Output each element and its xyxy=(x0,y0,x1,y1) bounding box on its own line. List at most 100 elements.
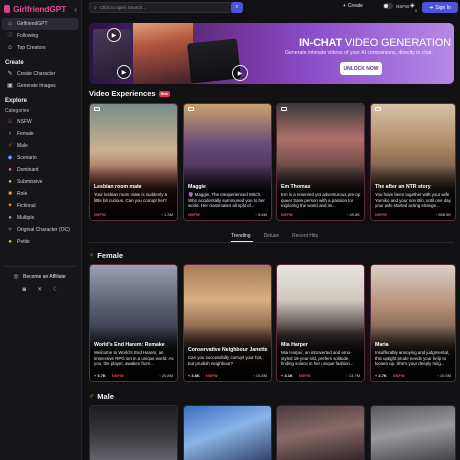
search-bar[interactable]: ⌕ ⌕ xyxy=(89,2,243,13)
sidebar-item-label: Top Creators xyxy=(17,45,46,51)
card-name: Maggie xyxy=(188,184,206,190)
character-card[interactable]: Conservative Neighbour Janette Can you s… xyxy=(183,264,272,382)
banner-title-bold: IN-CHAT xyxy=(299,37,342,49)
sign-in-label: Sign In xyxy=(435,4,451,11)
sidebar-item-submissive[interactable]: ● Submissive xyxy=(2,176,79,188)
play-icon: ▶ xyxy=(232,65,248,81)
card-name: World's End Harem: Remake xyxy=(94,342,165,348)
sidebar-item-scenario[interactable]: ◆ Scenario xyxy=(2,152,79,164)
discord-icon[interactable]: ◙ xyxy=(22,287,26,293)
sidebar-item-generate-images[interactable]: ▣ Generate Images xyxy=(2,80,79,92)
video-generation-banner[interactable]: ▶ ▶ ▶ IN-CHAT VIDEO GENERATION Generate … xyxy=(89,23,454,84)
female-section-icon: ♀ xyxy=(89,252,95,259)
users-icon: ☺ xyxy=(6,45,14,51)
video-card[interactable]: Em Thomas Em is a reserved yet adventuro… xyxy=(276,103,365,221)
nsfw-toggle[interactable]: NSFW xyxy=(383,3,409,9)
character-card[interactable] xyxy=(89,405,178,460)
brand-logo-icon xyxy=(4,5,10,13)
video-card[interactable]: The after an NTR story You have been tog… xyxy=(370,103,456,221)
fictional-icon: ✦ xyxy=(7,203,13,209)
chat-count: ▫ 49.8K xyxy=(347,212,360,217)
sidebar-item-role[interactable]: ■ Role xyxy=(2,188,79,200)
plus-icon: + xyxy=(343,3,346,9)
sidebar-item-label: Following xyxy=(17,33,39,39)
nsfw-tag: NSFW xyxy=(111,373,124,378)
card-meta: ♥ 3.1K NSFW ▫ 13.7M xyxy=(281,373,360,378)
sidebar-item-label: Role xyxy=(17,191,28,197)
sidebar-item-dominant[interactable]: ● Dominant xyxy=(2,164,79,176)
like-count: ♥ 3.1K xyxy=(281,373,293,378)
chat-count: ▫ 898.5K xyxy=(436,212,451,217)
card-description: Em is a reserved yet adventurous pre-op … xyxy=(281,192,361,209)
sidebar-item-multiple[interactable]: ● Multiple xyxy=(2,212,79,224)
app-root: GirlfriendGPT ‹ ⌂ GirlfriendGPT ♡ Follow… xyxy=(0,0,460,460)
banner-subtitle: Generate intimate videos of your AI comp… xyxy=(285,50,433,56)
video-icon xyxy=(281,107,287,111)
tab-trending[interactable]: Trending xyxy=(231,233,251,239)
video-card[interactable]: Maggie 🔮 Maggie, The Inexperienced Witch… xyxy=(183,103,272,221)
sign-in-icon: ➜ xyxy=(429,4,434,11)
sidebar-item-original-character[interactable]: ✧ Original Character (OC) xyxy=(2,224,79,236)
character-card[interactable]: World's End Harem: Remake Welcome to Wor… xyxy=(89,264,178,382)
unlock-now-button[interactable]: UNLOCK NOW xyxy=(340,62,382,75)
toggle-track xyxy=(383,3,393,9)
male-icon: ♂ xyxy=(7,143,13,149)
sidebar-item-label: NSFW xyxy=(17,119,32,125)
sidebar-item-label: Original Character (OC) xyxy=(17,227,70,233)
male-heading: ♂ Male xyxy=(89,392,114,401)
character-card[interactable] xyxy=(276,405,365,460)
chat-icon: ▫ xyxy=(161,212,164,217)
chat-count-value: 20.8M xyxy=(161,373,173,378)
sign-in-button[interactable]: ➜ Sign In xyxy=(422,2,458,13)
gems-icon[interactable]: ◈ xyxy=(410,2,415,9)
social-links: ◙ ✕ ☾ xyxy=(0,283,81,296)
nsfw-tag: NSFW xyxy=(281,212,293,217)
chat-icon: ▫ xyxy=(159,373,161,378)
card-name: Mia Harper xyxy=(281,342,308,348)
banner-image xyxy=(133,23,193,84)
sidebar-item-top-creators[interactable]: ☺ Top Creators xyxy=(2,42,79,54)
x-twitter-icon[interactable]: ✕ xyxy=(37,286,42,293)
sidebar-item-create-character[interactable]: ✎ Create Character xyxy=(2,68,79,80)
sidebar-item-label: Dominant xyxy=(17,167,39,173)
nsfw-tag: NSFW xyxy=(392,373,405,378)
chat-icon: ▫ xyxy=(255,212,258,217)
character-image xyxy=(184,406,271,460)
sidebar-item-label: Petite xyxy=(17,239,30,245)
original-character-icon: ✧ xyxy=(7,227,13,233)
affiliate-link[interactable]: ◎ Become an Affiliate xyxy=(0,271,81,283)
section-title: Female xyxy=(97,251,124,260)
collapse-sidebar-icon[interactable]: ‹ xyxy=(74,5,77,14)
flame-icon: ♨ xyxy=(7,119,13,125)
video-card[interactable]: Lesbian room mate Your lesbian room mate… xyxy=(89,103,178,221)
create-button[interactable]: + Create xyxy=(343,3,363,9)
sidebar-item-male[interactable]: ♂ Male xyxy=(2,140,79,152)
tab-deluxe[interactable]: Deluxe xyxy=(264,233,280,239)
affiliate-label: Become an Affiliate xyxy=(23,274,66,280)
search-input[interactable] xyxy=(99,5,220,10)
card-name: The after an NTR story xyxy=(375,184,431,190)
sidebar-item-following[interactable]: ♡ Following xyxy=(2,30,79,42)
chat-icon: ▫ xyxy=(437,373,439,378)
sidebar-item-home[interactable]: ⌂ GirlfriendGPT xyxy=(2,18,79,30)
sidebar-item-fictional[interactable]: ✦ Fictional xyxy=(2,200,79,212)
character-card[interactable]: Maria Insufferably annoying and judgment… xyxy=(370,264,456,382)
sidebar-item-female[interactable]: ♀ Female xyxy=(2,128,79,140)
nsfw-tag: NSFW xyxy=(188,212,200,217)
brand-name[interactable]: GirlfriendGPT xyxy=(13,4,66,14)
card-meta: ♥ 3.7K NSFW ▫ 20.8M xyxy=(94,373,173,378)
character-card[interactable] xyxy=(370,405,456,460)
submissive-icon: ● xyxy=(8,179,12,185)
character-card[interactable] xyxy=(183,405,272,460)
sidebar-item-petite[interactable]: ● Petite xyxy=(2,236,79,248)
active-tab-indicator xyxy=(231,241,253,242)
character-card[interactable]: Mia Harper Mia Harper, an introverted an… xyxy=(276,264,365,382)
like-count: ♥ 2.7K xyxy=(375,373,387,378)
card-name: Maria xyxy=(375,342,389,348)
sidebar-item-nsfw[interactable]: ♨ NSFW xyxy=(2,116,79,128)
theme-toggle-icon[interactable]: ☾ xyxy=(53,286,58,293)
search-button[interactable]: ⌕ xyxy=(231,2,243,13)
tab-recent-hits[interactable]: Recent Hits xyxy=(292,233,318,239)
categories-title: Categories xyxy=(5,108,30,114)
male-section-icon: ♂ xyxy=(89,393,95,400)
